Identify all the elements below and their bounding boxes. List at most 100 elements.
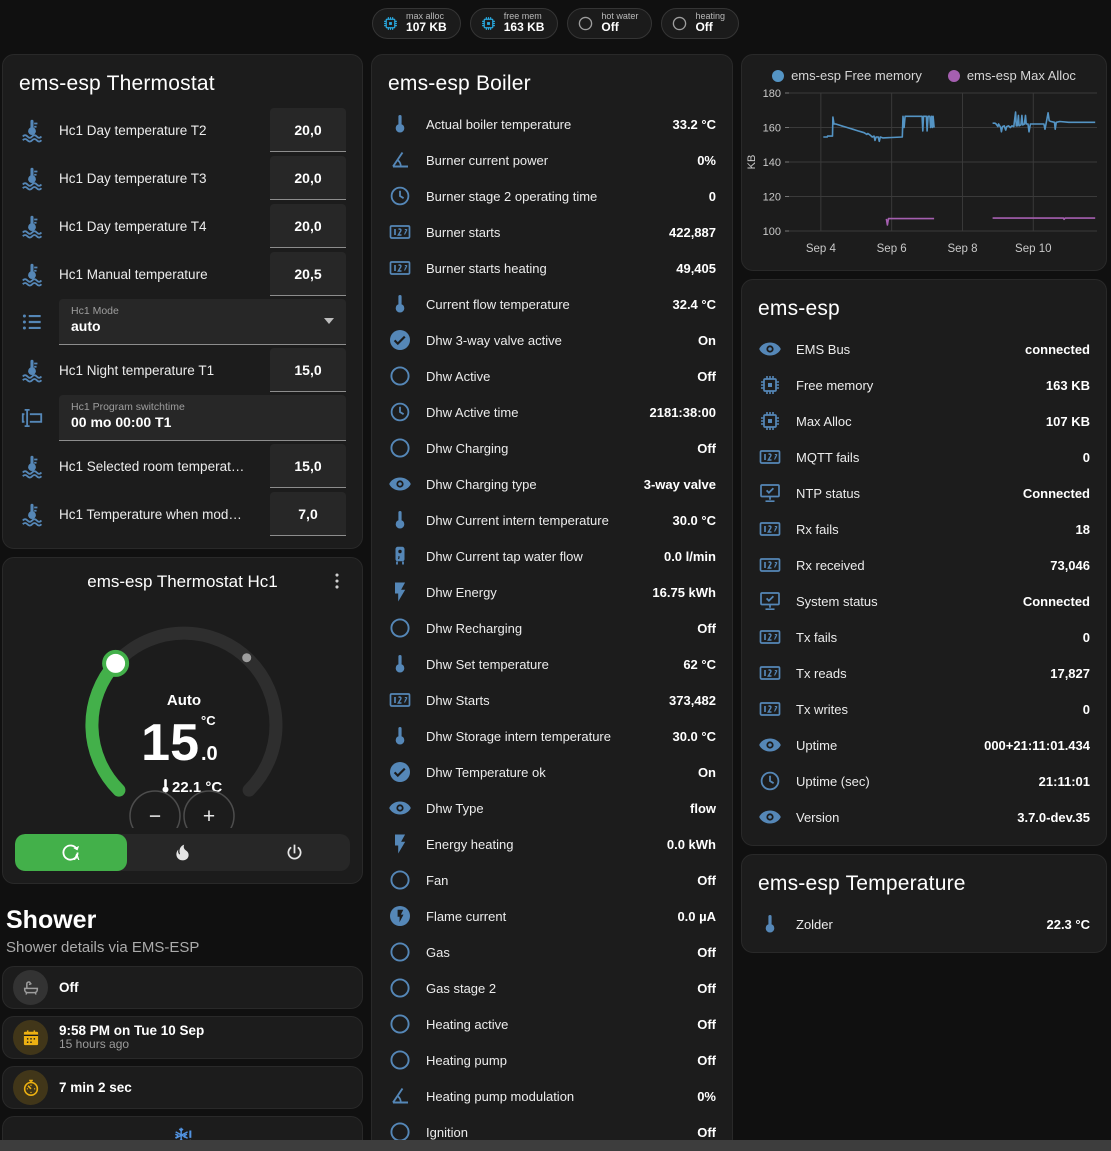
svg-text:A: A: [74, 853, 80, 862]
shower-tiles: Off 9:58 PM on Tue 10 Sep 15 hours ago 7…: [2, 966, 363, 1151]
tile-title: Off: [59, 980, 79, 996]
entity-label: Heating active: [426, 1017, 683, 1032]
entity-row[interactable]: Heating active Off: [372, 1006, 732, 1042]
entity-row[interactable]: Tx fails 0: [742, 619, 1106, 655]
field-label: Hc1 Program switchtime: [71, 401, 334, 413]
entity-row[interactable]: Dhw Active Off: [372, 358, 732, 394]
mode-button-power[interactable]: [238, 834, 350, 871]
entity-value: Connected: [1023, 594, 1090, 609]
entity-row[interactable]: Dhw Charging type 3-way valve: [372, 466, 732, 502]
entity-row[interactable]: Burner starts heating 49,405: [372, 250, 732, 286]
number-input[interactable]: 20,5: [270, 252, 346, 296]
entity-row[interactable]: Dhw Energy 16.75 kWh: [372, 574, 732, 610]
entity-row[interactable]: Dhw Charging Off: [372, 430, 732, 466]
number-input[interactable]: 15,0: [270, 348, 346, 392]
entity-row[interactable]: Dhw Current intern temperature 30.0 °C: [372, 502, 732, 538]
memory-icon: [382, 15, 399, 32]
entity-row[interactable]: Dhw Type flow: [372, 790, 732, 826]
text-input[interactable]: Hc1 Program switchtime 00 mo 00:00 T1: [59, 395, 346, 441]
entity-row[interactable]: Dhw Active time 2181:38:00: [372, 394, 732, 430]
entity-row[interactable]: Uptime 000+21:11:01.434: [742, 727, 1106, 763]
entity-row[interactable]: Version 3.7.0-dev.35: [742, 799, 1106, 835]
entity-value: 32.4 °C: [672, 297, 716, 312]
coolant-thermometer-icon: [19, 165, 45, 191]
legend-item[interactable]: ems-esp Max Alloc: [948, 68, 1076, 83]
svg-text:140: 140: [763, 157, 781, 169]
entity-row[interactable]: Dhw Recharging Off: [372, 610, 732, 646]
entity-label: Gas stage 2: [426, 981, 683, 996]
entity-row[interactable]: Tx reads 17,827: [742, 655, 1106, 691]
legend-item[interactable]: ems-esp Free memory: [772, 68, 922, 83]
entity-row[interactable]: Gas stage 2 Off: [372, 970, 732, 1006]
entity-row[interactable]: Dhw Current tap water flow 0.0 l/min: [372, 538, 732, 574]
svg-text:.0: .0: [201, 743, 218, 765]
number-input[interactable]: 15,0: [270, 444, 346, 488]
entity-row[interactable]: EMS Bus connected: [742, 331, 1106, 367]
svg-text:Sep 8: Sep 8: [947, 243, 977, 255]
chip-free-mem[interactable]: free mem 163 KB: [470, 8, 559, 39]
number-input[interactable]: 20,0: [270, 156, 346, 200]
entity-row[interactable]: Energy heating 0.0 kWh: [372, 826, 732, 862]
eye-icon: [758, 337, 782, 361]
entity-label: Current flow temperature: [426, 297, 658, 312]
thermostat-settings-rows: Hc1 Day temperature T2 20,0Hc1 Day tempe…: [3, 106, 362, 548]
entity-row[interactable]: Rx fails 18: [742, 511, 1106, 547]
entity-row[interactable]: Flame current 0.0 µA: [372, 898, 732, 934]
entity-row[interactable]: NTP status Connected: [742, 475, 1106, 511]
entity-row[interactable]: Dhw Starts 373,482: [372, 682, 732, 718]
entity-row[interactable]: Fan Off: [372, 862, 732, 898]
setting-row: Hc1 Day temperature T3 20,0: [3, 154, 362, 202]
chip-hot-water[interactable]: hot water Off: [567, 8, 652, 39]
number-input[interactable]: 20,0: [270, 204, 346, 248]
angle-acute-icon: [388, 148, 412, 172]
entity-label: Dhw Set temperature: [426, 657, 669, 672]
counter-icon: [758, 625, 782, 649]
entity-label: Dhw Current tap water flow: [426, 549, 650, 564]
entity-row[interactable]: Actual boiler temperature 33.2 °C: [372, 106, 732, 142]
entity-row[interactable]: Rx received 73,046: [742, 547, 1106, 583]
chip-value: Off: [601, 21, 638, 34]
entity-row[interactable]: Heating pump modulation 0%: [372, 1078, 732, 1114]
shower-tile[interactable]: 9:58 PM on Tue 10 Sep 15 hours ago: [2, 1016, 363, 1059]
mode-select[interactable]: Hc1 Mode auto: [59, 299, 346, 345]
entity-row[interactable]: Uptime (sec) 21:11:01: [742, 763, 1106, 799]
shower-tile[interactable]: Off: [2, 966, 363, 1009]
entity-row[interactable]: Zolder 22.3 °C: [742, 906, 1106, 942]
svg-text:160: 160: [763, 123, 781, 135]
mode-button-fire[interactable]: [127, 834, 239, 871]
entity-row[interactable]: Dhw Set temperature 62 °C: [372, 646, 732, 682]
entity-row[interactable]: System status Connected: [742, 583, 1106, 619]
entity-value: Off: [697, 621, 716, 636]
entity-row[interactable]: MQTT fails 0: [742, 439, 1106, 475]
number-input[interactable]: 7,0: [270, 492, 346, 536]
system-rows: EMS Bus connected Free memory 163 KB Max…: [742, 331, 1106, 845]
chip-max-alloc[interactable]: max alloc 107 KB: [372, 8, 461, 39]
thermostat-dial[interactable]: Auto 15 °C .0 22.1 °C − +: [3, 592, 362, 828]
setting-label: Hc1 Day temperature T2: [59, 123, 256, 138]
circle-outline-icon: [388, 364, 412, 388]
entity-row[interactable]: Current flow temperature 32.4 °C: [372, 286, 732, 322]
entity-label: Dhw Charging type: [426, 477, 630, 492]
mode-button-thermostat-auto[interactable]: A: [15, 834, 127, 871]
entity-row[interactable]: Burner stage 2 operating time 0: [372, 178, 732, 214]
entity-row[interactable]: Dhw Temperature ok On: [372, 754, 732, 790]
entity-row[interactable]: Gas Off: [372, 934, 732, 970]
dots-vertical-icon[interactable]: [326, 570, 348, 592]
clock-outline-icon: [758, 769, 782, 793]
entity-row[interactable]: Max Alloc 107 KB: [742, 403, 1106, 439]
entity-row[interactable]: Burner starts 422,887: [372, 214, 732, 250]
entity-label: Ignition: [426, 1125, 683, 1140]
entity-row[interactable]: Dhw Storage intern temperature 30.0 °C: [372, 718, 732, 754]
entity-row[interactable]: Tx writes 0: [742, 691, 1106, 727]
coolant-thermometer-icon: [19, 261, 45, 287]
shower-tile[interactable]: 7 min 2 sec: [2, 1066, 363, 1109]
entity-row[interactable]: Heating pump Off: [372, 1042, 732, 1078]
chip-heating[interactable]: heating Off: [661, 8, 739, 39]
horizontal-scrollbar[interactable]: [0, 1140, 1111, 1151]
entity-row[interactable]: Burner current power 0%: [372, 142, 732, 178]
number-input[interactable]: 20,0: [270, 108, 346, 152]
entity-row[interactable]: Dhw 3-way valve active On: [372, 322, 732, 358]
fire-icon: [172, 842, 193, 863]
chip-value: Off: [695, 21, 725, 34]
entity-row[interactable]: Free memory 163 KB: [742, 367, 1106, 403]
